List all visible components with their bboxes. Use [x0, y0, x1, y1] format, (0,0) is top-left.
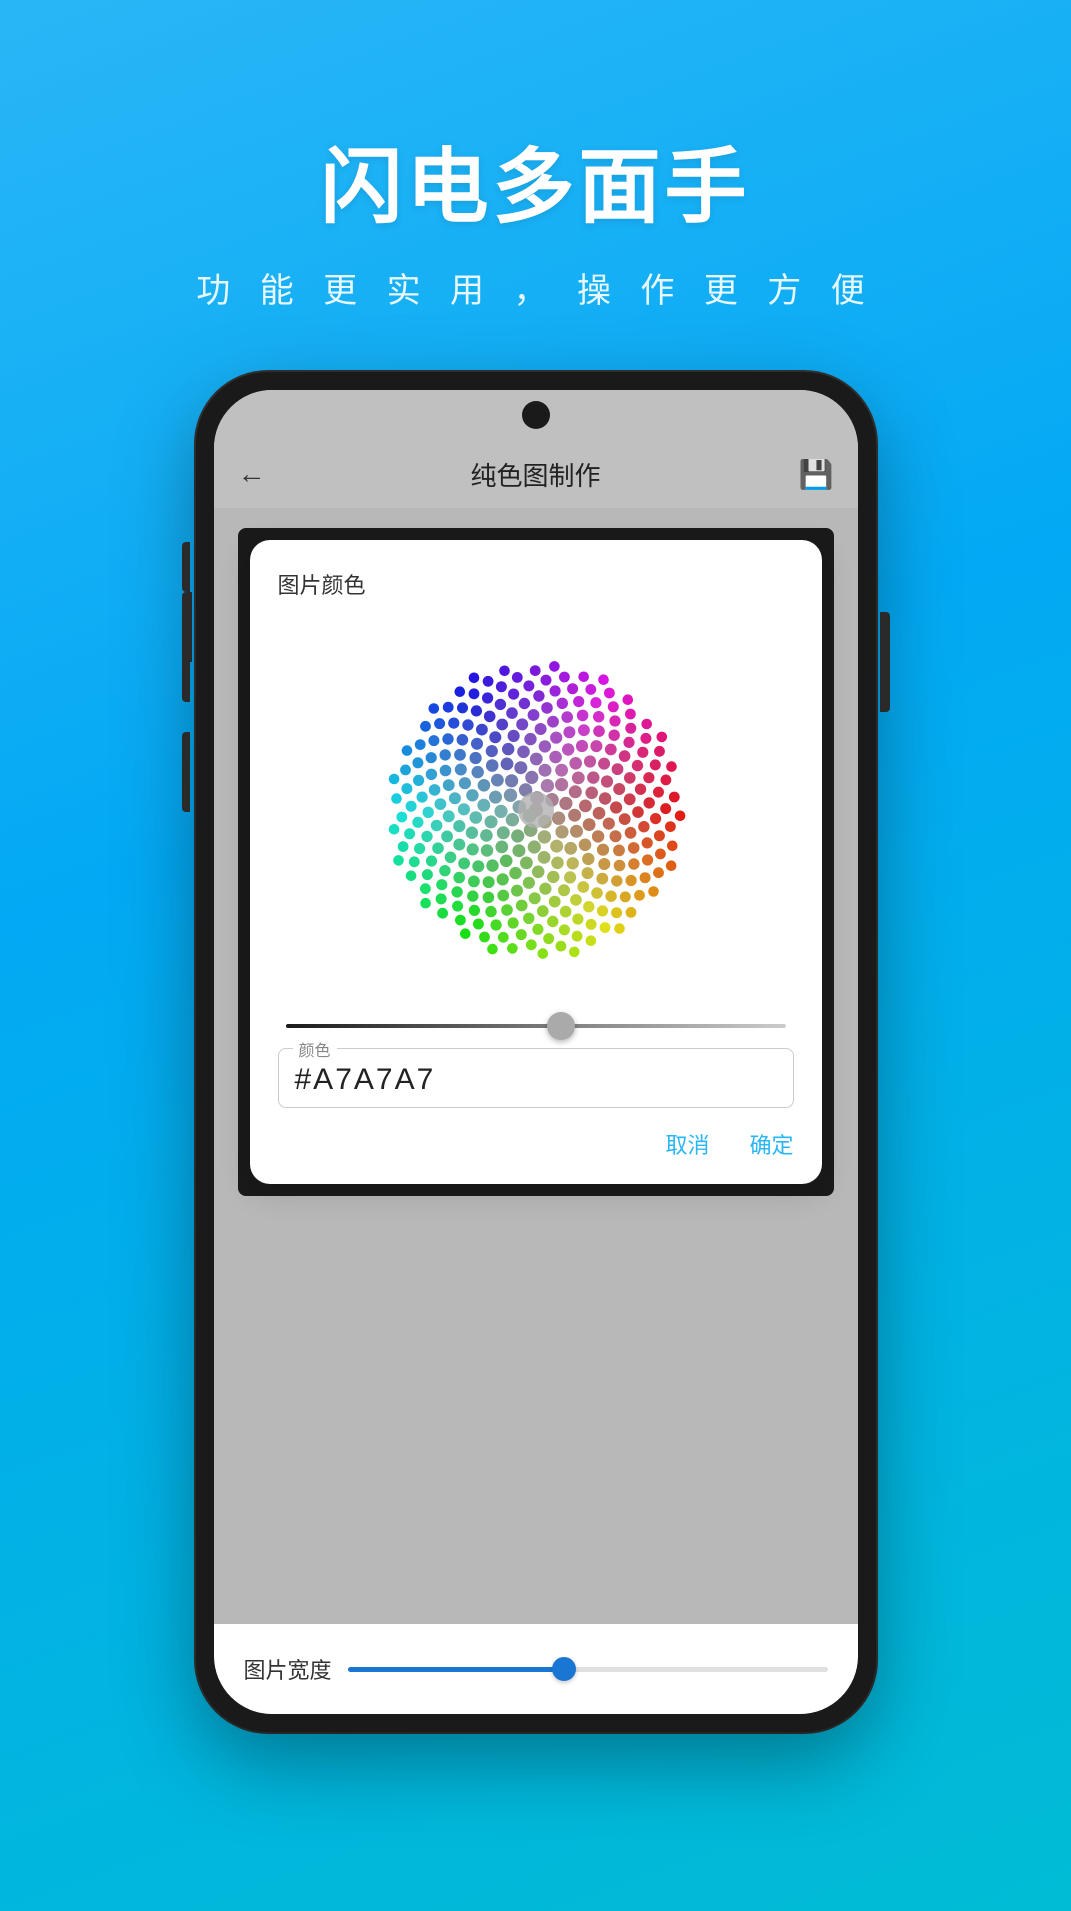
dialog-title: 图片颜色 [278, 568, 794, 600]
app-bar: ← 纯色图制作 💾 [214, 440, 858, 508]
confirm-button[interactable]: 确定 [749, 1128, 793, 1160]
content-area: 图片颜色 // Will be generated below via inli… [214, 508, 858, 1624]
phone-frame: ← 纯色图制作 💾 图片颜色 // Will b [196, 372, 876, 1732]
phone-screen: ← 纯色图制作 💾 图片颜色 // Will b [214, 390, 858, 1714]
app-subtitle: 功 能 更 实 用 ， 操 作 更 方 便 [196, 263, 874, 312]
width-slider-track[interactable] [348, 1667, 828, 1672]
bottom-label: 图片宽度 [244, 1653, 332, 1685]
color-wheel-container[interactable]: // Will be generated below via inline ap… [278, 620, 794, 1000]
color-wheel[interactable]: // Will be generated below via inline ap… [346, 620, 726, 1000]
side-button-mid [182, 622, 190, 702]
color-input-value[interactable]: #A7A7A7 [295, 1063, 777, 1097]
brightness-slider-track [286, 1024, 786, 1028]
phone-top-bar [214, 390, 858, 440]
side-button-top [182, 542, 190, 592]
color-dialog: 图片颜色 // Will be generated below via inli… [250, 540, 822, 1184]
image-border: 图片颜色 // Will be generated below via inli… [238, 528, 834, 1196]
save-icon[interactable]: 💾 [799, 458, 834, 491]
app-title: 闪电多面手 [320, 120, 750, 239]
brightness-slider-container[interactable] [278, 1024, 794, 1028]
side-button-bot [182, 732, 190, 812]
back-button[interactable]: ← [238, 458, 266, 490]
app-bar-title: 纯色图制作 [470, 456, 600, 493]
width-slider-fill [348, 1667, 564, 1672]
bottom-bar: 图片宽度 [214, 1624, 858, 1714]
brightness-slider-thumb[interactable] [547, 1012, 575, 1040]
color-input-label: 颜色 [293, 1037, 337, 1061]
header-section: 闪电多面手 功 能 更 实 用 ， 操 作 更 方 便 [196, 0, 874, 372]
dialog-buttons: 取消 确定 [278, 1128, 794, 1160]
phone-wrapper: ← 纯色图制作 💾 图片颜色 // Will b [146, 372, 926, 1752]
color-input-wrapper: 颜色 #A7A7A7 [278, 1048, 794, 1108]
cancel-button[interactable]: 取消 [665, 1128, 709, 1160]
camera-hole [522, 401, 550, 429]
width-slider-thumb[interactable] [552, 1657, 576, 1681]
